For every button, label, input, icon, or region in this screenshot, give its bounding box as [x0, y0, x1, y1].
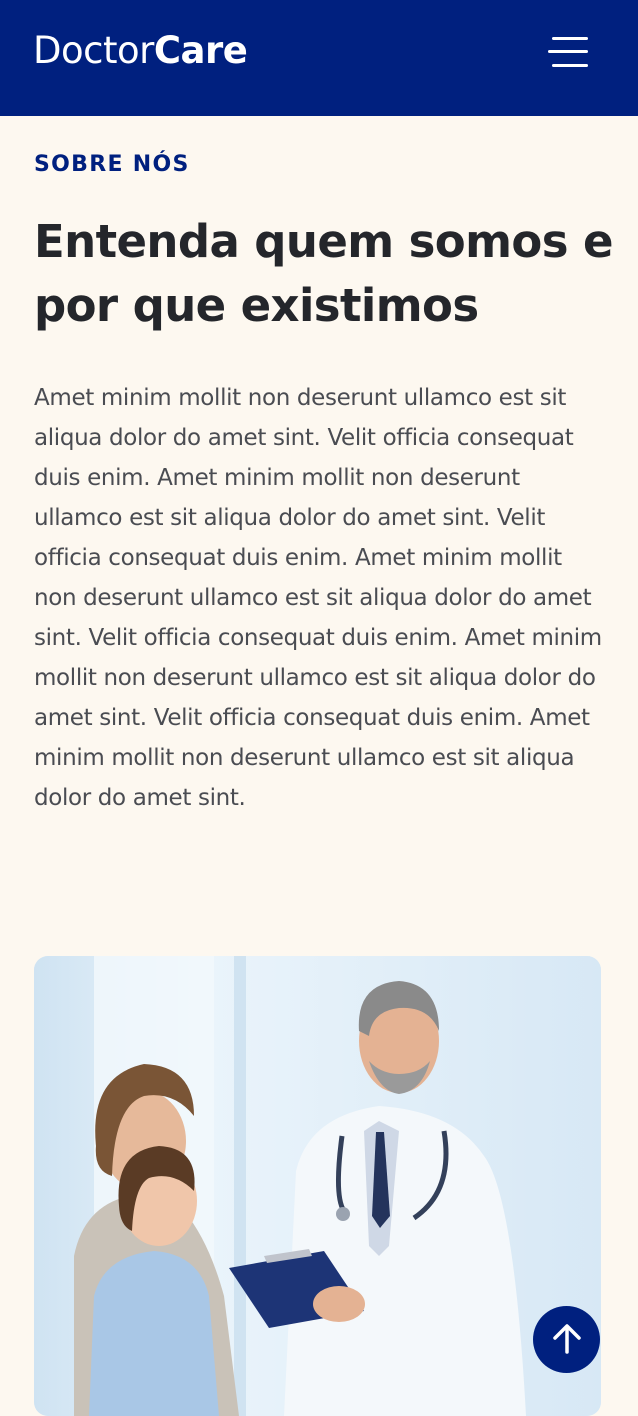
arrow-up-icon	[553, 1324, 581, 1354]
logo-text-regular: Doctor	[33, 29, 154, 72]
back-to-top-button[interactable]	[533, 1306, 600, 1373]
logo-text-bold: Care	[153, 29, 248, 72]
site-header: DoctorCare	[0, 0, 638, 116]
menu-button[interactable]	[546, 34, 590, 72]
section-title: Entenda quem somos e por que existimos	[34, 215, 613, 332]
section-paragraph: Amet minim mollit non deserunt ullamco e…	[34, 385, 602, 811]
logo[interactable]: DoctorCare	[33, 29, 248, 73]
section-label: SOBRE NÓS	[34, 152, 190, 177]
doctor-family-photo	[34, 956, 601, 1416]
